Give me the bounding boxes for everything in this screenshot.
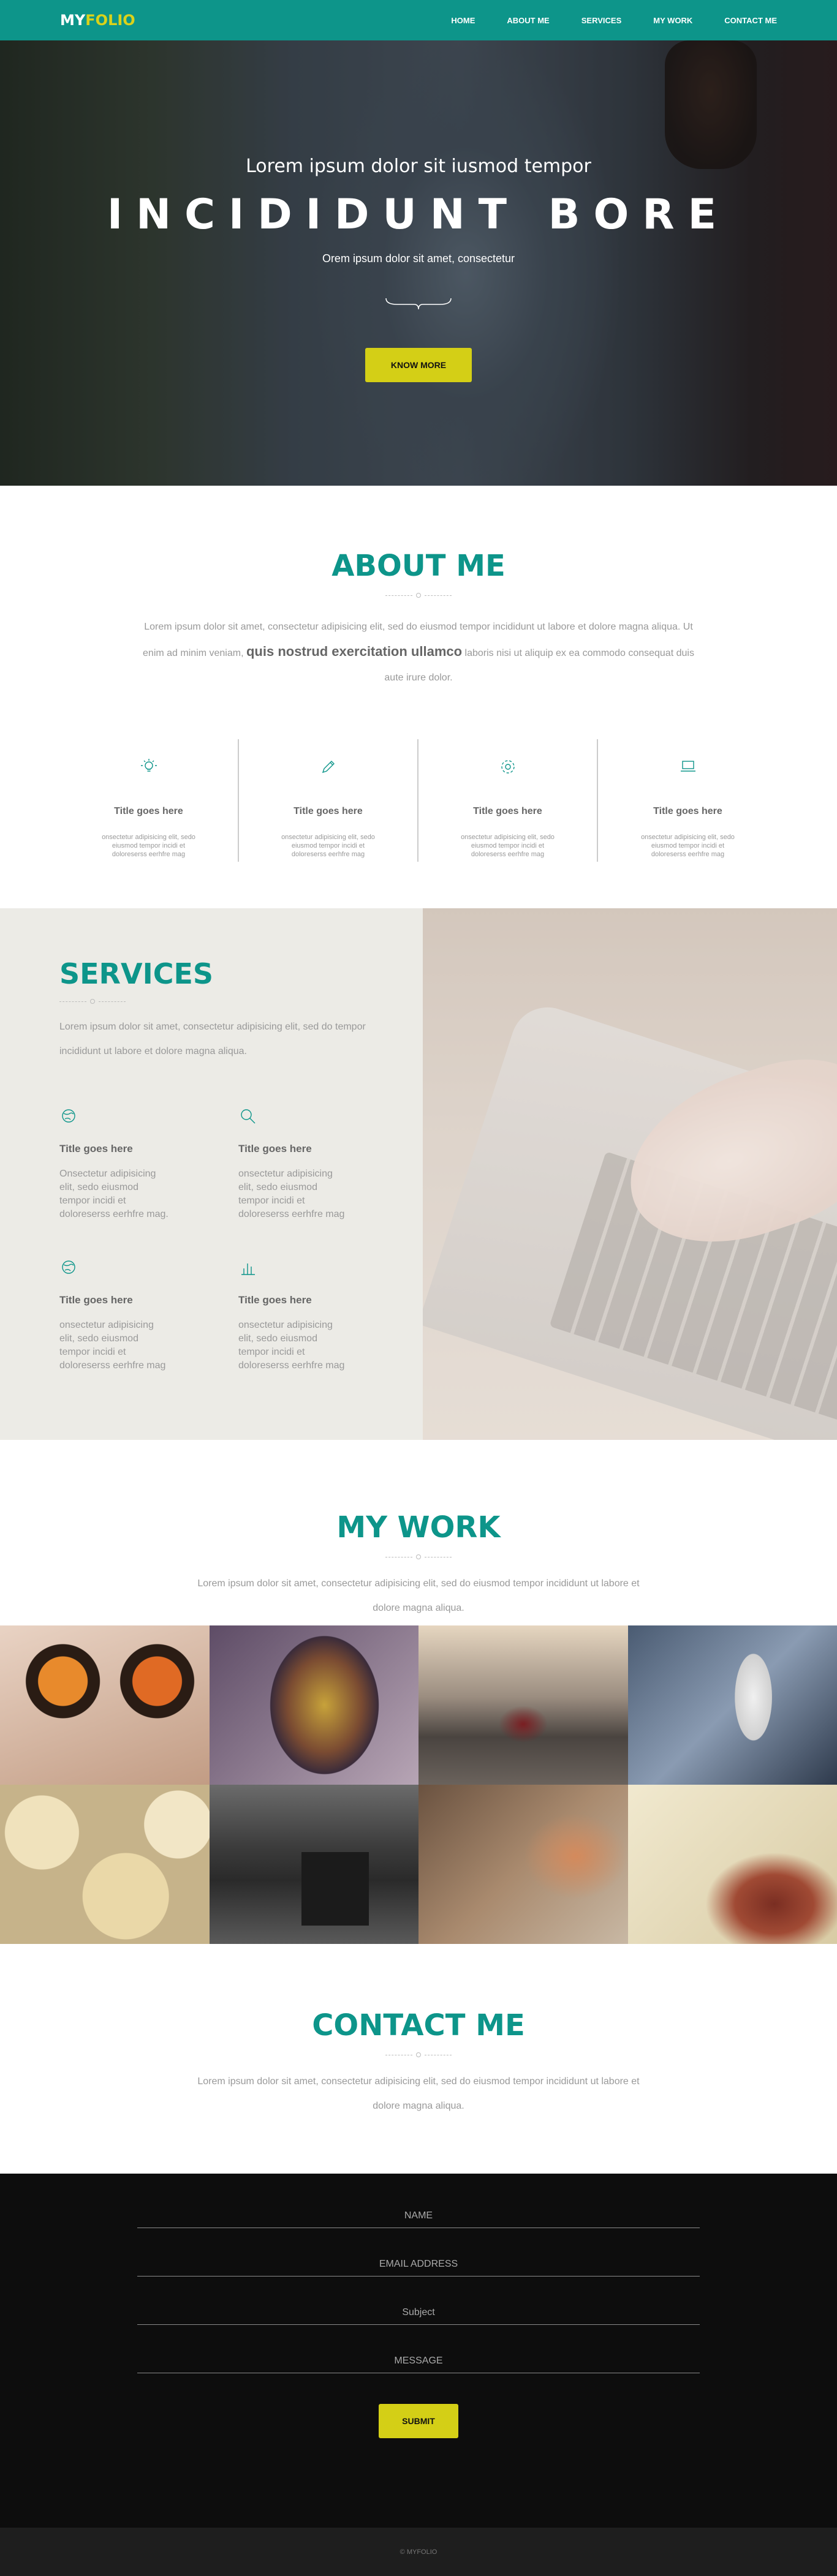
submit-button[interactable]: SUBMIT <box>379 2404 458 2438</box>
service-text: onsectetur adipisicing elit, sedo eiusmo… <box>238 1319 349 1373</box>
feature-text: onsectetur adipisicing elit, sedo eiusmo… <box>459 833 557 859</box>
portfolio-item-sunglasses[interactable] <box>0 1625 210 1785</box>
services-text: Lorem ipsum dolor sit amet, consectetur … <box>59 1015 390 1064</box>
nav-link-contact[interactable]: CONTACT ME <box>724 16 777 25</box>
hero-tagline: Orem ipsum dolor sit amet, consectetur <box>0 252 837 265</box>
hero-content: Lorem ipsum dolor sit iusmod tempor INCI… <box>0 156 837 382</box>
bar-chart-icon <box>238 1258 258 1278</box>
nav-link-services[interactable]: SERVICES <box>581 16 622 25</box>
work-text: Lorem ipsum dolor sit amet, consectetur … <box>186 1572 651 1621</box>
portfolio-item-red-hair[interactable] <box>628 1785 837 1944</box>
hero-section: Lorem ipsum dolor sit iusmod tempor INCI… <box>0 40 837 486</box>
globe-icon <box>59 1107 79 1126</box>
service-item: Title goes here onsectetur adipisicing e… <box>59 1258 238 1373</box>
message-field-wrapper <box>137 2356 700 2373</box>
logo-main: MY <box>60 12 85 29</box>
section-divider <box>59 999 423 1004</box>
services-section: SERVICES Lorem ipsum dolor sit amet, con… <box>0 908 837 1440</box>
main-menu: HOME ABOUT ME SERVICES MY WORK CONTACT M… <box>451 16 777 25</box>
feature-item: Title goes here onsectetur adipisicing e… <box>418 739 598 862</box>
footer: © MYFOLIO <box>0 2528 837 2576</box>
pencil-icon <box>318 756 339 777</box>
portfolio-item-car-street[interactable] <box>210 1785 419 1944</box>
search-icon <box>238 1107 258 1126</box>
feature-item: Title goes here onsectetur adipisicing e… <box>59 739 239 862</box>
divider-circle-icon <box>416 2052 421 2057</box>
feature-item: Title goes here onsectetur adipisicing e… <box>239 739 418 862</box>
divider-circle-icon <box>416 1554 421 1559</box>
about-text: Lorem ipsum dolor sit amet, consectetur … <box>143 615 694 690</box>
portfolio-item-girl-sunglasses[interactable] <box>418 1785 628 1944</box>
portfolio-item-car-road[interactable] <box>418 1625 628 1785</box>
brace-ornament-icon <box>385 295 452 313</box>
feature-title: Title goes here <box>418 806 597 817</box>
feature-title: Title goes here <box>239 806 417 817</box>
name-field-wrapper <box>137 2210 700 2228</box>
service-item: Title goes here onsectetur adipisicing e… <box>238 1258 392 1373</box>
logo-accent: FOLIO <box>85 12 135 29</box>
services-image-laptop <box>423 908 837 1440</box>
services-content: SERVICES Lorem ipsum dolor sit amet, con… <box>0 908 423 1440</box>
portfolio-item-leaf[interactable] <box>210 1625 419 1785</box>
image-wash <box>423 908 837 1440</box>
section-divider <box>0 1554 837 1559</box>
nav-link-about[interactable]: ABOUT ME <box>507 16 549 25</box>
portfolio-item-swan[interactable] <box>628 1625 837 1785</box>
section-divider <box>0 593 837 598</box>
contact-form: SUBMIT <box>0 2174 837 2528</box>
subject-field-wrapper <box>137 2307 700 2325</box>
service-title: Title goes here <box>238 1143 392 1155</box>
laptop-icon <box>678 756 699 777</box>
divider-circle-icon <box>90 999 95 1004</box>
lightbulb-icon <box>138 756 159 777</box>
work-section: MY WORK Lorem ipsum dolor sit amet, cons… <box>0 1440 837 1944</box>
name-field[interactable] <box>137 2210 700 2221</box>
feature-title: Title goes here <box>598 806 778 817</box>
services-title: SERVICES <box>59 957 423 990</box>
globe-icon <box>59 1258 79 1278</box>
nav-link-work[interactable]: MY WORK <box>653 16 692 25</box>
divider-circle-icon <box>416 593 421 598</box>
service-title: Title goes here <box>59 1294 238 1306</box>
contact-text: Lorem ipsum dolor sit amet, consectetur … <box>186 2069 651 2118</box>
portfolio-item-bananas[interactable] <box>0 1785 210 1944</box>
copyright-text: © MYFOLIO <box>400 2548 437 2556</box>
work-title: MY WORK <box>0 1510 837 1545</box>
feature-item: Title goes here onsectetur adipisicing e… <box>598 739 778 862</box>
feature-title: Title goes here <box>59 806 238 817</box>
feature-text: onsectetur adipisicing elit, sedo eiusmo… <box>639 833 737 859</box>
submit-wrapper: SUBMIT <box>0 2404 837 2438</box>
feature-list: Title goes here onsectetur adipisicing e… <box>0 739 837 862</box>
top-navbar: MYFOLIO HOME ABOUT ME SERVICES MY WORK C… <box>0 0 837 40</box>
contact-section: CONTACT ME Lorem ipsum dolor sit amet, c… <box>0 1944 837 2174</box>
service-title: Title goes here <box>238 1294 392 1306</box>
services-grid: Title goes here Onsectetur adipisicing e… <box>59 1107 423 1373</box>
email-field-wrapper <box>137 2259 700 2277</box>
service-text: onsectetur adipisicing elit, sedo eiusmo… <box>238 1167 349 1221</box>
nav-link-home[interactable]: HOME <box>451 16 475 25</box>
service-text: Onsectetur adipisicing elit, sedo eiusmo… <box>59 1167 170 1221</box>
hero-title: INCIDIDUNT BORE <box>0 190 837 239</box>
service-item: Title goes here Onsectetur adipisicing e… <box>59 1107 238 1221</box>
site-logo[interactable]: MYFOLIO <box>60 12 135 29</box>
about-title: ABOUT ME <box>0 549 837 583</box>
contact-title: CONTACT ME <box>0 2008 837 2043</box>
service-text: onsectetur adipisicing elit, sedo eiusmo… <box>59 1319 170 1373</box>
message-field[interactable] <box>137 2356 700 2367</box>
about-section: ABOUT ME Lorem ipsum dolor sit amet, con… <box>0 486 837 908</box>
portfolio-gallery <box>0 1625 837 1944</box>
email-field[interactable] <box>137 2259 700 2270</box>
feature-text: onsectetur adipisicing elit, sedo eiusmo… <box>100 833 198 859</box>
hero-subtitle: Lorem ipsum dolor sit iusmod tempor <box>0 156 837 177</box>
gear-icon <box>498 756 518 777</box>
service-title: Title goes here <box>59 1143 238 1155</box>
service-item: Title goes here onsectetur adipisicing e… <box>238 1107 392 1221</box>
know-more-button[interactable]: KNOW MORE <box>365 348 472 382</box>
about-text-strong: quis nostrud exercitation ullamco <box>246 644 462 659</box>
subject-field[interactable] <box>137 2307 700 2318</box>
section-divider <box>0 2052 837 2057</box>
feature-text: onsectetur adipisicing elit, sedo eiusmo… <box>279 833 377 859</box>
